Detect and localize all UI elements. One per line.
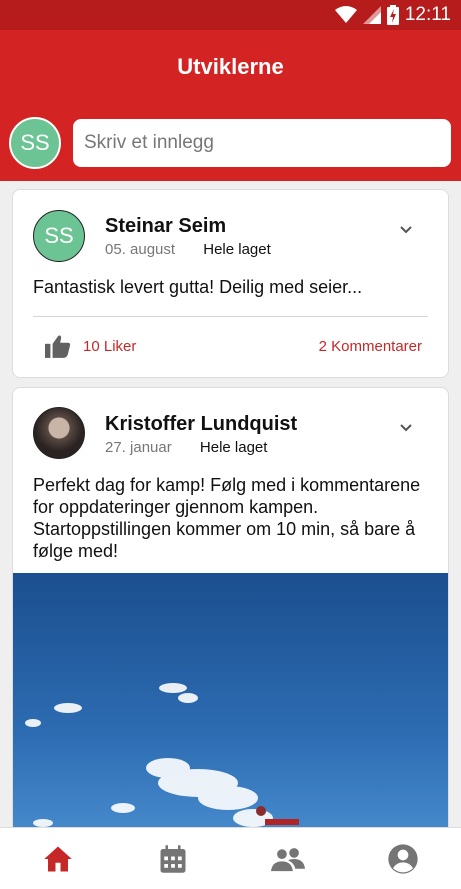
post-date: 27. januar <box>105 439 172 456</box>
bottom-nav <box>0 827 461 889</box>
post-audience: Hele laget <box>203 241 271 258</box>
nav-home[interactable] <box>0 828 115 889</box>
likes-count: 10 Liker <box>83 337 137 355</box>
thumbs-up-icon <box>45 335 71 358</box>
app-bar: Utviklerne <box>0 30 461 104</box>
post-meta: 27. januar Hele laget <box>105 439 267 456</box>
home-icon <box>43 846 72 871</box>
nav-calendar[interactable] <box>115 828 230 889</box>
like-button[interactable]: 10 Liker <box>45 334 136 358</box>
chevron-down-icon[interactable] <box>398 224 414 236</box>
author-name[interactable]: Steinar Seim <box>105 215 226 238</box>
author-name[interactable]: Kristoffer Lundquist <box>105 413 297 436</box>
post-card: Kristoffer Lundquist 27. januar Hele lag… <box>12 387 449 847</box>
account-icon <box>388 843 419 874</box>
post-date: 05. august <box>105 241 176 258</box>
post-actions: 10 Liker 2 Kommentarer <box>13 317 448 375</box>
calendar-icon <box>160 844 186 873</box>
compose-bar: SS <box>0 104 461 181</box>
signal-icon <box>362 6 381 24</box>
battery-icon <box>386 5 399 25</box>
chevron-down-icon[interactable] <box>398 422 414 434</box>
wifi-icon <box>334 6 357 24</box>
nav-people[interactable] <box>231 828 346 889</box>
user-avatar[interactable]: SS <box>9 116 61 169</box>
comments-link[interactable]: 2 Kommentarer <box>319 338 422 355</box>
post-meta: 05. august Hele laget <box>105 241 271 258</box>
post-audience: Hele laget <box>199 439 268 456</box>
author-avatar[interactable] <box>33 407 85 459</box>
post-image[interactable] <box>13 573 448 846</box>
post-text: Fantastisk levert gutta! Deilig med seie… <box>33 277 363 297</box>
status-bar: 12:11 <box>0 0 461 30</box>
author-avatar[interactable]: SS <box>33 210 85 262</box>
post-header: Kristoffer Lundquist 27. januar Hele lag… <box>13 388 448 474</box>
post-header: SS Steinar Seim 05. august Hele laget <box>13 190 448 276</box>
status-time: 12:11 <box>404 4 451 25</box>
nav-account[interactable] <box>346 828 461 889</box>
post-text: Perfekt dag for kamp! Følg med i komment… <box>33 475 421 561</box>
new-post-input[interactable] <box>73 118 451 167</box>
page-title: Utviklerne <box>177 54 284 79</box>
post-card: SS Steinar Seim 05. august Hele laget Fa… <box>12 189 449 378</box>
people-icon <box>271 847 306 871</box>
